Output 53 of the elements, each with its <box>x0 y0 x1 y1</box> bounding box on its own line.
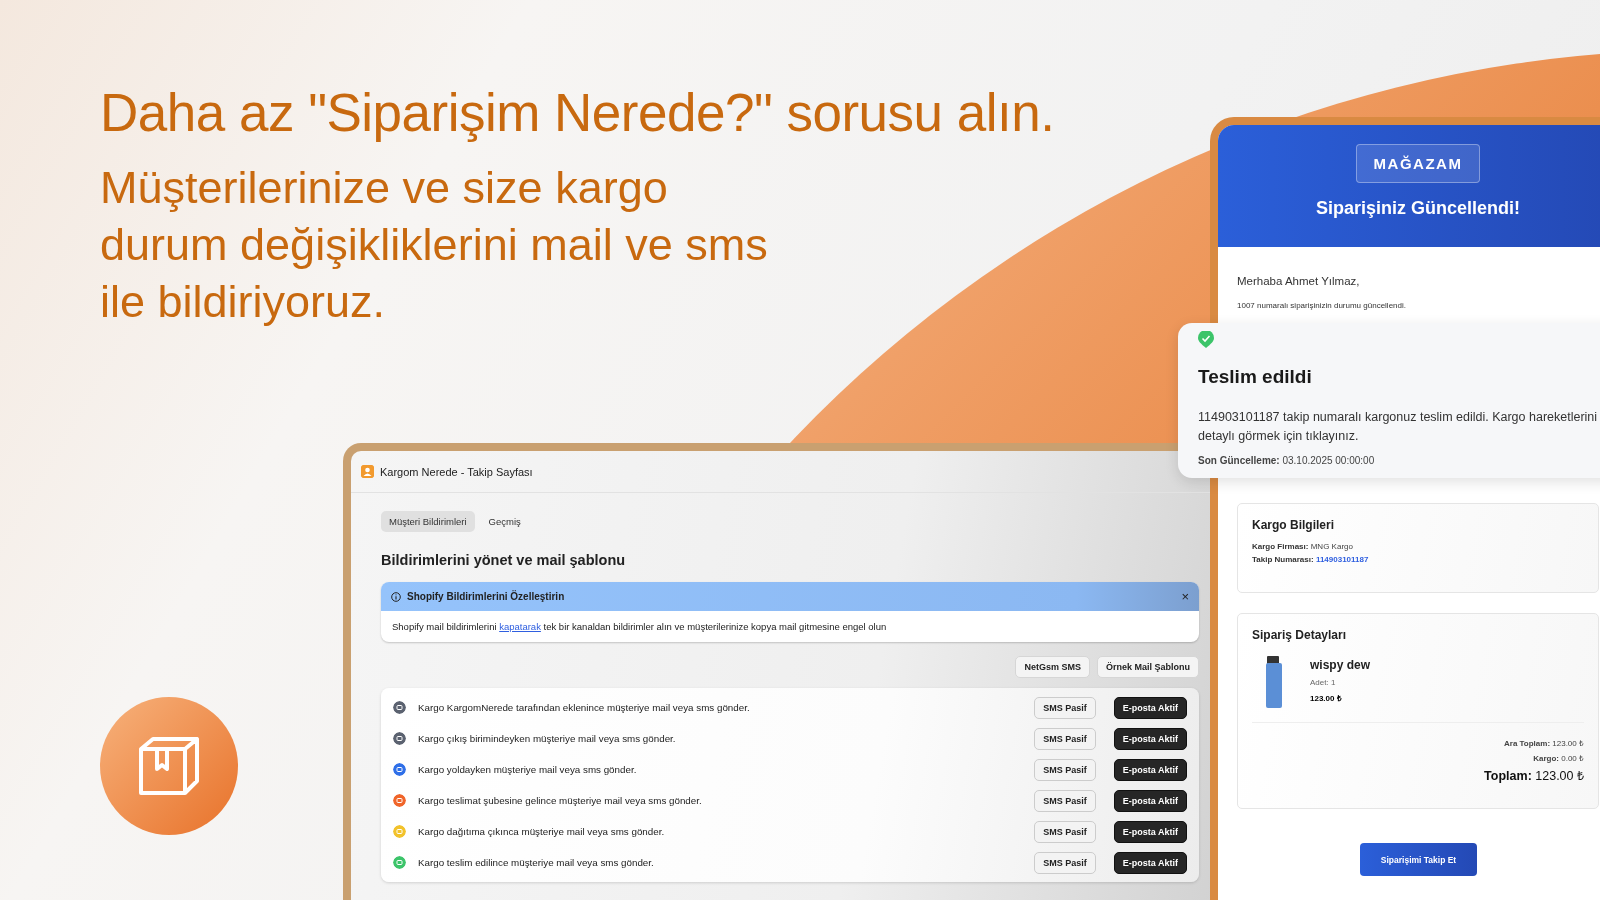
card-title: Sipariş Detayları <box>1252 628 1348 642</box>
link[interactable]: kapatarak <box>499 621 541 632</box>
banner-title: Shopify Bildirimlerini Özelleştirin <box>407 591 566 602</box>
email-toggle[interactable]: E-posta Aktif <box>1113 820 1187 843</box>
email-title: Siparişiniz Güncellendi! <box>1315 198 1520 219</box>
check-icon <box>1198 331 1214 348</box>
email-toggle[interactable]: E-posta Aktif <box>1113 851 1187 874</box>
toolbar-button[interactable]: Örnek Mail Şablonu <box>1097 656 1199 678</box>
product-price: 123.00 ₺ <box>1310 693 1343 703</box>
toolbar-button[interactable]: NetGsm SMS <box>1015 656 1090 678</box>
shipping-cost-text: Kargo: 0.00 ₺ <box>1533 753 1584 763</box>
notification-text: Kargo teslimat şubesine gelince müşteriye mail veya sms gönder. <box>418 795 703 806</box>
email-toggle[interactable]: E-posta Aktif <box>1113 789 1187 812</box>
notification-text: Kargo yoldayken müşteriye mail veya sms gönder. <box>418 764 638 775</box>
tab[interactable]: Geçmiş <box>480 511 529 532</box>
delivery-title: Teslim edildi <box>1198 366 1313 388</box>
track-order-button[interactable]: Siparişimi Takip Et <box>1360 843 1477 876</box>
window-title: Kargom Nerede - Takip Sayfası <box>380 465 533 478</box>
app-icon <box>361 465 374 478</box>
sms-toggle[interactable]: SMS Pasif <box>1034 851 1096 874</box>
total-text: Toplam: 123.00 ₺ <box>1484 768 1584 784</box>
card-title: Kargo Bilgileri <box>1252 518 1335 532</box>
sms-toggle[interactable]: SMS Pasif <box>1034 789 1096 812</box>
headline: Daha az "Siparişim Nerede?" sorusu alın. <box>100 82 1055 143</box>
sms-toggle[interactable]: SMS Pasif <box>1034 727 1096 750</box>
store-logo: MAĞAZAM <box>1355 144 1481 183</box>
sms-toggle[interactable]: SMS Pasif <box>1034 696 1096 719</box>
carrier-text: Kargo Firması: MNG Kargo <box>1252 541 1354 553</box>
tracking-text: Takip Numarası: 114903101187 <box>1252 554 1370 566</box>
subtitle: Müşterilerinize ve size kargo durum değişikliklerini mail ve sms ile bildiriyoruz. <box>100 161 769 329</box>
last-updated-text: Son Güncelleme: 03.10.2025 00:00:00 <box>1198 455 1376 466</box>
bottle-icon <box>1266 656 1282 708</box>
notification-text: Kargo dağıtıma çıkınca müşteriye mail veya sms gönder. <box>418 826 666 837</box>
info-icon <box>391 591 401 602</box>
delivery-text: 114903101187 takip numaralı kargonuz teslim edildi. Kargo hareketlerini detaylı görmek için tıklayınız. <box>1198 409 1598 445</box>
email-toggle[interactable]: E-posta Aktif <box>1113 696 1187 719</box>
greeting: Merhaba Ahmet Yılmaz, <box>1237 275 1361 287</box>
product-quantity: Adet: 1 <box>1310 678 1337 687</box>
box-icon <box>137 735 201 797</box>
notification-text: Kargo KargomNerede tarafından eklenince müşteriye mail veya sms gönder. <box>418 702 751 713</box>
sms-toggle[interactable]: SMS Pasif <box>1034 758 1096 781</box>
notification-text: Kargo çıkış birimindeyken müşteriye mail veya sms gönder. <box>418 733 677 744</box>
product-name: wispy dew <box>1310 658 1371 672</box>
tab[interactable]: Müşteri Bildirimleri <box>381 511 475 532</box>
notification-text: Kargo teslim edilince müşteriye mail veya sms gönder. <box>418 857 655 868</box>
banner-text: Shopify mail bildirimlerini kapatarak tek bir kanaldan bildirimler alın ve müşterilerinize kopya mail gitmesine engel olun <box>391 620 888 634</box>
subtotal-text: Ara Toplam: 123.00 ₺ <box>1504 738 1584 748</box>
intro-text: 1007 numaralı siparişinizin durumu güncellendi. <box>1237 301 1407 310</box>
section-heading: Bildirimlerini yönet ve mail şablonu <box>381 552 627 568</box>
close-button[interactable]: × <box>1181 589 1189 604</box>
sms-toggle[interactable]: SMS Pasif <box>1034 820 1096 843</box>
email-toggle[interactable]: E-posta Aktif <box>1113 727 1187 750</box>
email-toggle[interactable]: E-posta Aktif <box>1113 758 1187 781</box>
